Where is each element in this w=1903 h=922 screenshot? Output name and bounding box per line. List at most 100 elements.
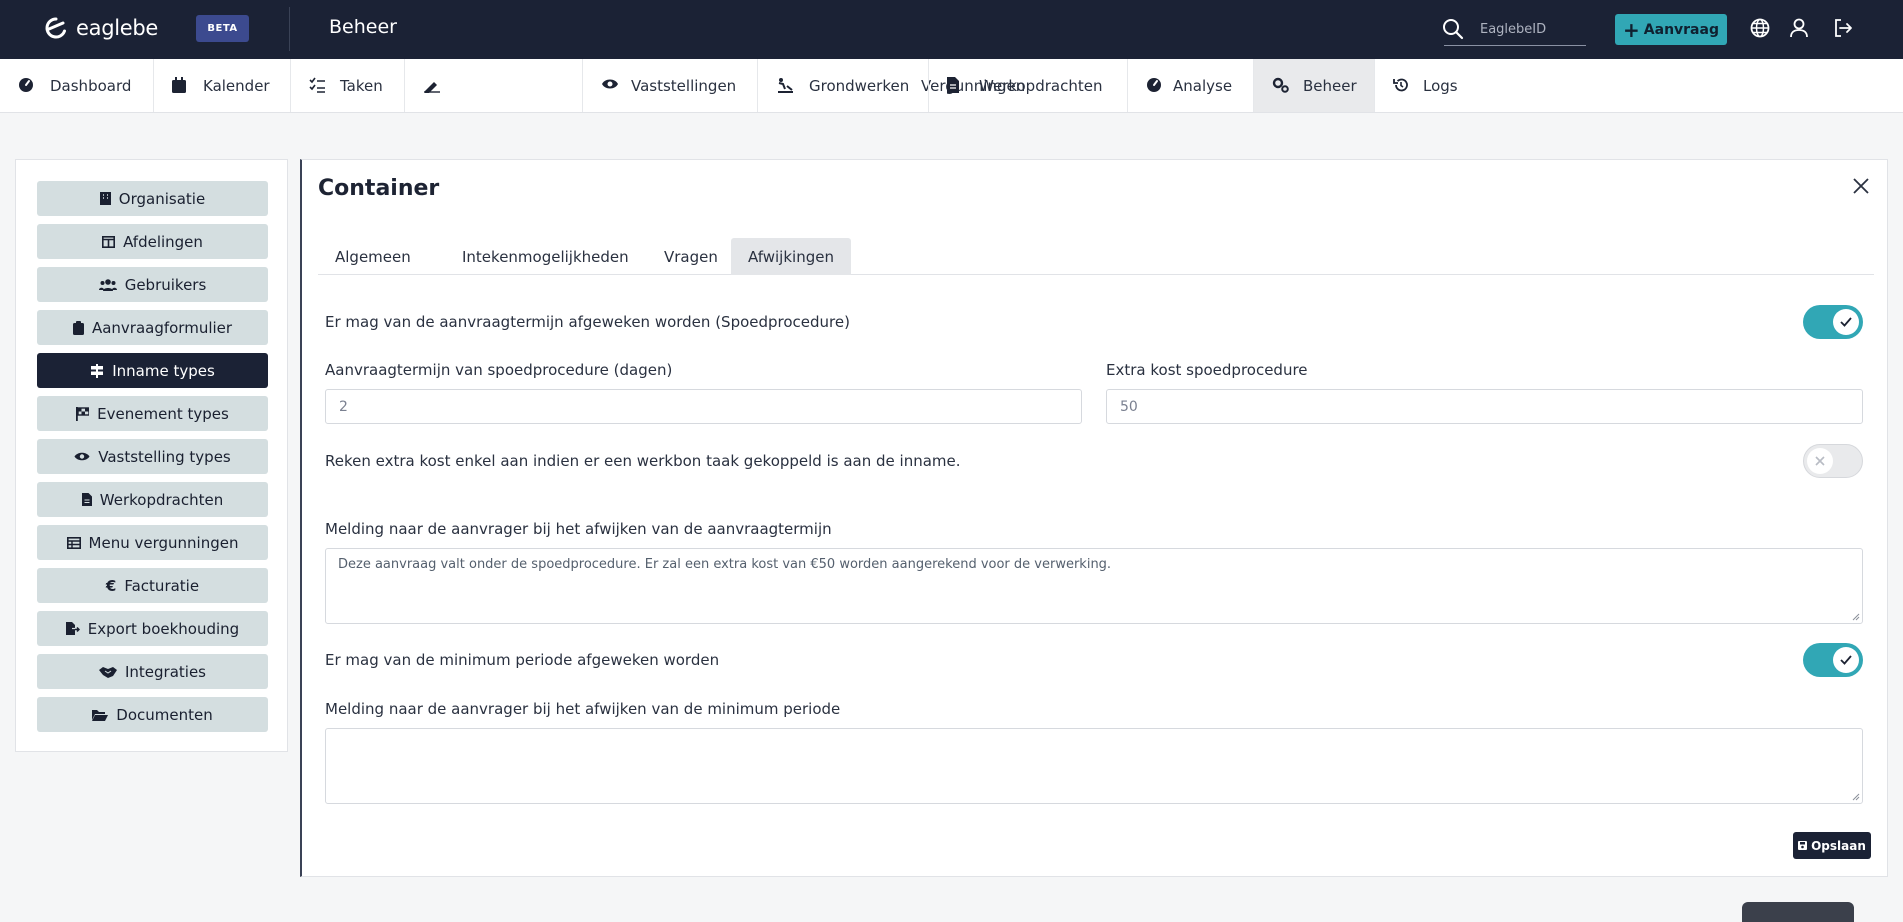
periode-label: Er mag van de minimum periode afgeweken … bbox=[325, 651, 720, 669]
signature-icon bbox=[424, 82, 440, 93]
nav-grondwerken[interactable]: Grondwerken bbox=[758, 59, 929, 112]
nav-taken[interactable]: Taken bbox=[291, 59, 405, 112]
sidebar-item-werkopdrachten[interactable]: Werkopdrachten bbox=[37, 482, 268, 517]
termijn-input[interactable]: 2 bbox=[325, 389, 1082, 424]
gears-icon bbox=[1272, 77, 1289, 93]
termijn-label: Aanvraagtermijn van spoedprocedure (dage… bbox=[325, 361, 673, 379]
top-bar: eaglebe BETA Beheer + Aanvraag bbox=[0, 0, 1903, 59]
save-button[interactable]: Opslaan bbox=[1793, 832, 1871, 859]
sidebar-item-label: Evenement types bbox=[97, 404, 229, 423]
columns-icon bbox=[102, 235, 116, 248]
sidebar-item-inname-types[interactable]: Inname types bbox=[37, 353, 268, 388]
nav-beheer[interactable]: Beheer bbox=[1254, 59, 1375, 112]
nav-vaststellingen[interactable]: Vaststellingen bbox=[583, 59, 758, 112]
users-icon bbox=[98, 278, 117, 291]
kost-label: Extra kost spoedprocedure bbox=[1106, 361, 1308, 379]
sidebar-item-export-boekhouding[interactable]: Export boekhouding bbox=[37, 611, 268, 646]
nav-werkopdrachten[interactable]: Werkopdrachten bbox=[929, 59, 1128, 112]
sidebar-item-label: Gebruikers bbox=[124, 275, 207, 294]
tab-algemeen[interactable]: Algemeen bbox=[318, 238, 428, 275]
nav-label: Werkopdrachten bbox=[979, 77, 1103, 95]
building-icon bbox=[99, 192, 111, 205]
periode-toggle[interactable] bbox=[1803, 643, 1863, 677]
document-icon bbox=[947, 77, 959, 93]
dashboard-icon bbox=[19, 78, 33, 92]
check-icon bbox=[1840, 655, 1852, 665]
globe-icon[interactable] bbox=[1750, 18, 1770, 38]
nav-logs[interactable]: Logs bbox=[1375, 59, 1470, 112]
tab-bar: Algemeen Intekenmogelijkheden Vragen Afw… bbox=[318, 238, 1874, 275]
euro-icon: € bbox=[105, 576, 117, 595]
sidebar-item-label: Export boekhouding bbox=[87, 619, 240, 638]
floating-button[interactable] bbox=[1742, 902, 1854, 922]
tab-vragen[interactable]: Vragen bbox=[647, 238, 735, 275]
resize-handle-icon[interactable] bbox=[1852, 613, 1860, 621]
sidebar-item-menu-vergunningen[interactable]: Menu vergunningen bbox=[37, 525, 268, 560]
logo[interactable]: eaglebe bbox=[42, 16, 158, 40]
history-icon bbox=[1393, 78, 1408, 92]
toggle-knob bbox=[1833, 309, 1859, 335]
kost-input[interactable]: 50 bbox=[1106, 389, 1863, 424]
search-icon bbox=[1443, 19, 1464, 40]
new-request-button[interactable]: + Aanvraag bbox=[1615, 14, 1727, 45]
sidebar-item-label: Afdelingen bbox=[123, 232, 203, 251]
flag-icon bbox=[76, 406, 90, 421]
x-icon bbox=[1815, 456, 1825, 466]
nav-label: Kalender bbox=[203, 77, 270, 95]
table-icon bbox=[66, 536, 81, 549]
tab-intekenmogelijkheden[interactable]: Intekenmogelijkheden bbox=[445, 238, 646, 275]
nav-label: Beheer bbox=[1303, 77, 1357, 95]
nav-label: Logs bbox=[1423, 77, 1458, 95]
clipboard-icon bbox=[72, 320, 84, 335]
eye-icon bbox=[602, 79, 618, 89]
melding-termijn-text: Deze aanvraag valt onder de spoedprocedu… bbox=[338, 557, 1112, 572]
logo-text: eaglebe bbox=[76, 16, 159, 40]
signs-icon bbox=[91, 363, 104, 378]
spoed-toggle[interactable] bbox=[1803, 305, 1863, 339]
sidebar-item-organisatie[interactable]: Organisatie bbox=[37, 181, 268, 216]
sidebar-item-label: Menu vergunningen bbox=[88, 533, 239, 552]
close-icon[interactable] bbox=[1853, 178, 1869, 194]
sidebar-item-gebruikers[interactable]: Gebruikers bbox=[37, 267, 268, 302]
floppy-disk-icon bbox=[1798, 841, 1808, 850]
sidebar-item-aanvraagformulier[interactable]: Aanvraagformulier bbox=[37, 310, 268, 345]
eye-icon bbox=[74, 452, 90, 461]
gauge-icon bbox=[1147, 78, 1161, 92]
sidebar-item-integraties[interactable]: Integraties bbox=[37, 654, 268, 689]
resize-handle-icon[interactable] bbox=[1852, 793, 1860, 801]
melding-periode-textarea[interactable] bbox=[325, 728, 1863, 804]
nav-kalender[interactable]: Kalender bbox=[154, 59, 291, 112]
detail-panel: Container Algemeen Intekenmogelijkheden … bbox=[300, 159, 1888, 877]
sidebar-item-facturatie[interactable]: € Facturatie bbox=[37, 568, 268, 603]
nav-label: Vaststellingen bbox=[631, 77, 737, 95]
sidebar-item-label: Integraties bbox=[124, 662, 206, 681]
tab-afwijkingen[interactable]: Afwijkingen bbox=[731, 238, 851, 275]
sidebar-item-label: Organisatie bbox=[118, 189, 206, 208]
calendar-icon bbox=[172, 77, 186, 93]
werkbon-label: Reken extra kost enkel aan indien er een… bbox=[325, 452, 961, 470]
nav-dashboard[interactable]: Dashboard bbox=[0, 59, 154, 112]
search-input[interactable] bbox=[1444, 14, 1586, 46]
user-icon[interactable] bbox=[1789, 18, 1809, 38]
tasks-icon bbox=[309, 77, 325, 93]
nav-analyse[interactable]: Analyse bbox=[1128, 59, 1254, 112]
spoed-label: Er mag van de aanvraagtermijn afgeweken … bbox=[325, 313, 850, 331]
logout-icon[interactable] bbox=[1833, 18, 1853, 38]
digging-icon bbox=[778, 78, 793, 93]
sidebar-item-label: Werkopdrachten bbox=[99, 490, 224, 509]
sidebar-item-label: Inname types bbox=[112, 361, 215, 380]
sidebar-item-evenement-types[interactable]: Evenement types bbox=[37, 396, 268, 431]
werkbon-toggle[interactable] bbox=[1803, 444, 1863, 478]
eaglebe-logo-icon bbox=[45, 17, 66, 39]
page-title: Beheer bbox=[329, 16, 397, 38]
nav-label: Analyse bbox=[1173, 77, 1233, 95]
nav-label: Dashboard bbox=[50, 77, 132, 95]
sidebar-item-vaststelling-types[interactable]: Vaststelling types bbox=[37, 439, 268, 474]
melding-termijn-textarea[interactable]: Deze aanvraag valt onder de spoedprocedu… bbox=[325, 548, 1863, 624]
sidebar-item-documenten[interactable]: Documenten bbox=[37, 697, 268, 732]
nav-vergunningen[interactable]: Vergunningen bbox=[405, 59, 1025, 112]
header-divider bbox=[289, 7, 290, 51]
sidebar-item-label: Aanvraagformulier bbox=[91, 318, 233, 337]
sidebar-item-afdelingen[interactable]: Afdelingen bbox=[37, 224, 268, 259]
toggle-knob bbox=[1833, 647, 1859, 673]
